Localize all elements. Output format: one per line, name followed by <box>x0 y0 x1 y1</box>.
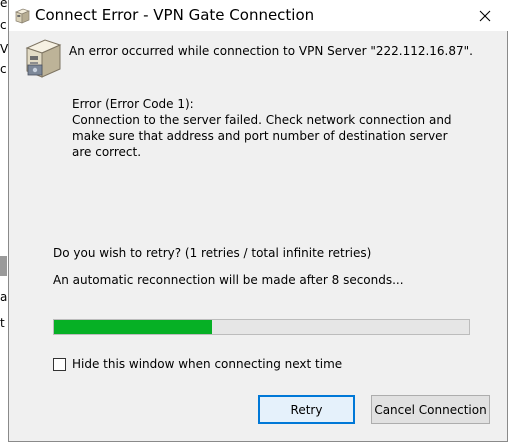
error-details: Error (Error Code 1): Connection to the … <box>72 96 492 160</box>
auto-reconnect-message: An automatic reconnection will be made a… <box>53 273 404 287</box>
progress-fill <box>54 320 212 334</box>
error-description-line: make sure that address and port number o… <box>72 129 448 143</box>
close-icon <box>479 10 491 22</box>
hide-window-checkbox[interactable] <box>53 357 66 371</box>
background-text: V <box>0 42 9 56</box>
error-description-line: Connection to the server failed. Check n… <box>72 113 452 127</box>
background-text: t <box>0 316 5 330</box>
window-title: Connect Error - VPN Gate Connection <box>35 6 315 24</box>
cancel-connection-button[interactable]: Cancel Connection <box>371 395 490 424</box>
connect-error-dialog: Connect Error - VPN Gate Connection An e… <box>8 0 508 442</box>
reconnect-progress-bar <box>53 319 470 335</box>
vpn-server-icon <box>13 7 31 25</box>
hide-window-checkbox-row[interactable]: Hide this window when connecting next ti… <box>53 357 342 371</box>
background-text: c <box>0 62 7 76</box>
background-scrollbar <box>0 256 7 276</box>
background-text: e <box>0 0 8 10</box>
close-button[interactable] <box>462 0 508 31</box>
background-text: c <box>0 18 7 32</box>
hide-window-checkbox-label[interactable]: Hide this window when connecting next ti… <box>72 357 342 371</box>
retry-button[interactable]: Retry <box>258 395 355 424</box>
vpn-server-icon <box>23 37 63 81</box>
background-window-edge: e c V c a t <box>0 0 8 443</box>
title-bar[interactable]: Connect Error - VPN Gate Connection <box>9 0 508 31</box>
retry-question: Do you wish to retry? (1 retries / total… <box>53 246 372 260</box>
error-description-line: are correct. <box>72 145 142 159</box>
background-text: a <box>0 290 8 304</box>
main-message: An error occurred while connection to VP… <box>69 44 473 58</box>
error-code-line: Error (Error Code 1): <box>72 97 194 111</box>
